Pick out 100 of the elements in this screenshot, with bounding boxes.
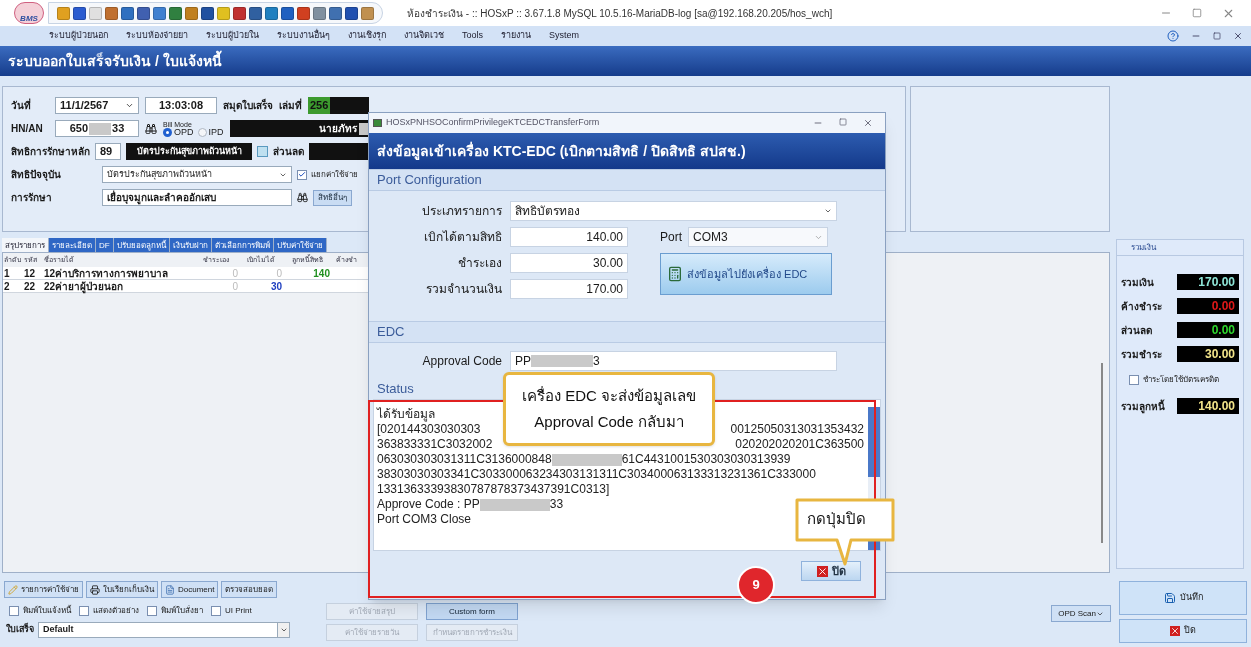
toolbar-icon[interactable] bbox=[249, 6, 262, 20]
radio-button[interactable] bbox=[163, 127, 172, 137]
window-title: ห้องชำระเงิน - :: HOSxP :: 3.67.1.8 MySQL 10.5.16-MariaDB-log [sa@192.168.20.205/hos_wch] bbox=[407, 6, 833, 21]
toolbar-button[interactable]: ตรวจสอบยอด bbox=[221, 581, 278, 598]
toolbar-icon[interactable] bbox=[137, 6, 150, 20]
close-button[interactable]: ปิด bbox=[1119, 619, 1247, 643]
close-icon[interactable] bbox=[1233, 31, 1243, 41]
section-header: Status bbox=[376, 380, 415, 399]
document-icon bbox=[165, 584, 175, 595]
table-cell: 1 bbox=[4, 267, 10, 279]
window-icon bbox=[373, 119, 382, 127]
dialog-heading: ส่งข้อมูลเข้าเครื่อง KTC-EDC (เบิกตามสิทธิ / ปิดสิทธิ สปสช.) bbox=[369, 133, 885, 169]
total-value: 0.00 bbox=[1211, 300, 1235, 312]
checkbox-label: พิมพ์ใบแจ้งหนี้ bbox=[23, 605, 71, 617]
toolbar-icon[interactable] bbox=[185, 6, 198, 20]
blurred-region bbox=[551, 453, 622, 466]
checkbox[interactable] bbox=[297, 169, 307, 180]
close-button[interactable]: ปิด bbox=[801, 561, 861, 581]
field-label: ใบเสร็จ bbox=[6, 623, 34, 637]
log-text: 61C4431001530303030313939 bbox=[621, 452, 791, 467]
toolbar-button[interactable]: Document bbox=[161, 581, 219, 598]
toolbar-icon[interactable] bbox=[73, 6, 86, 20]
close-icon[interactable] bbox=[863, 118, 873, 128]
toolbar-icon[interactable] bbox=[233, 6, 246, 20]
toolbar-icon[interactable] bbox=[201, 6, 214, 20]
toolbar-icon[interactable] bbox=[153, 6, 166, 20]
field-label: เบิกได้ตามสิทธิ bbox=[423, 229, 502, 246]
menu-item[interactable]: ระบบผู้ป่วยนอก bbox=[40, 29, 117, 43]
checkbox[interactable] bbox=[147, 606, 157, 616]
form-button[interactable]: Custom form bbox=[426, 603, 518, 620]
table-cell: 140 bbox=[313, 267, 330, 279]
blurred-region bbox=[89, 122, 112, 135]
search-icon[interactable] bbox=[145, 122, 157, 135]
log-text: 33 bbox=[549, 497, 564, 512]
total-value: 0.00 bbox=[1211, 324, 1235, 336]
right-code-field[interactable]: 89 bbox=[95, 143, 121, 160]
radio-button[interactable] bbox=[197, 127, 207, 137]
port-select[interactable]: COM3 bbox=[688, 227, 828, 247]
field-label: วันที่ bbox=[11, 98, 32, 113]
checkbox-label: แยกค่าใช้จ่าย bbox=[311, 168, 358, 181]
search-icon[interactable] bbox=[297, 192, 308, 203]
blurred-region bbox=[479, 498, 550, 511]
menu-item[interactable]: System bbox=[540, 29, 589, 43]
dialog-title: HOSxPNHSOConfirmPrivilegeKTCEDCTransferForm bbox=[386, 116, 600, 130]
maximize-icon[interactable] bbox=[839, 118, 847, 126]
callout-text: เครื่อง EDC จะส่งข้อมูลเลข bbox=[522, 385, 696, 407]
menu-item[interactable]: งานจิตเวช bbox=[395, 29, 453, 43]
menu-item[interactable]: ระบบผู้ป่วยใน bbox=[197, 29, 268, 43]
send-to-edc-button[interactable]: ส่งข้อมูลไปยังเครื่อง EDC bbox=[660, 253, 832, 295]
dropdown-icon bbox=[125, 101, 134, 110]
toolbar-icon[interactable] bbox=[345, 6, 358, 20]
volume-display: 256 bbox=[308, 97, 369, 114]
save-button[interactable]: บันทึก bbox=[1119, 581, 1247, 615]
type-select[interactable]: สิทธิบัตรทอง bbox=[510, 201, 837, 221]
table-cell: 22 bbox=[24, 280, 36, 292]
table-cell: 2 bbox=[4, 280, 10, 292]
toolbar-icon[interactable] bbox=[169, 6, 182, 20]
log-text: Port COM3 Close bbox=[377, 512, 472, 527]
menu-item[interactable]: Tools bbox=[453, 29, 492, 43]
menu-item[interactable]: ระบบงานอื่นๆ bbox=[268, 29, 339, 43]
hn-field[interactable]: 650 33 bbox=[55, 120, 139, 137]
toolbar-icon[interactable] bbox=[265, 6, 278, 20]
toolbar-icon[interactable] bbox=[313, 6, 326, 20]
opd-scan-button[interactable]: OPD Scan bbox=[1051, 605, 1111, 622]
checkbox[interactable] bbox=[79, 606, 89, 616]
section-header: Port Configuration bbox=[369, 169, 885, 191]
toolbar-icon[interactable] bbox=[297, 6, 310, 20]
pencil-icon bbox=[8, 584, 18, 595]
amount-field[interactable]: 140.00 bbox=[510, 227, 628, 247]
toolbar-button[interactable]: ใบเรียกเก็บเงิน bbox=[86, 581, 158, 598]
total-label: รวมลูกหนี้ bbox=[1121, 398, 1165, 414]
help-icon[interactable] bbox=[1167, 30, 1179, 42]
toolbar-icon[interactable] bbox=[361, 6, 374, 20]
toolbar-button[interactable]: รายการค่าใช้จ่าย bbox=[4, 581, 83, 598]
receipt-form-select[interactable]: Default bbox=[38, 622, 290, 638]
checkbox-label: ชำระโดยใช้บัตรเครดิต bbox=[1143, 374, 1219, 386]
date-field[interactable]: 11/1/2567 bbox=[55, 97, 139, 114]
checkbox[interactable] bbox=[1129, 375, 1139, 385]
log-text: 063030303031311C3136000848 bbox=[377, 452, 552, 467]
amount-field[interactable]: 30.00 bbox=[510, 253, 628, 273]
amount-field[interactable]: 170.00 bbox=[510, 279, 628, 299]
menu-item[interactable]: รายงาน bbox=[492, 29, 540, 43]
toolbar-icon[interactable] bbox=[329, 6, 342, 20]
time-field[interactable]: 13:03:08 bbox=[145, 97, 217, 114]
discount-display bbox=[309, 143, 369, 160]
restore-icon[interactable] bbox=[1213, 32, 1221, 40]
log-text: 13313633393830787878373437391C0313] bbox=[377, 482, 610, 497]
checkbox[interactable] bbox=[211, 606, 221, 616]
toolbar-icon[interactable] bbox=[105, 6, 118, 20]
table-cell: 0 bbox=[232, 280, 238, 292]
menu-item[interactable]: งานเชิงรุก bbox=[339, 29, 395, 43]
menu-item[interactable]: ระบบห้องจ่ายยา bbox=[117, 29, 197, 43]
toolbar-icon[interactable] bbox=[281, 6, 294, 20]
approval-code-field[interactable]: PP 3 bbox=[510, 351, 837, 371]
other-rights-button[interactable]: สิทธิอื่นๆ bbox=[313, 189, 352, 206]
radio-label: OPD bbox=[174, 127, 194, 137]
checkbox[interactable] bbox=[9, 606, 19, 616]
toolbar-icon[interactable] bbox=[121, 6, 134, 20]
current-right-select[interactable]: บัตรประกันสุขภาพถ้วนหน้า bbox=[102, 166, 292, 183]
treatment-field[interactable]: เยื่อบุจมูกและลำคออักเสบ bbox=[102, 189, 292, 206]
